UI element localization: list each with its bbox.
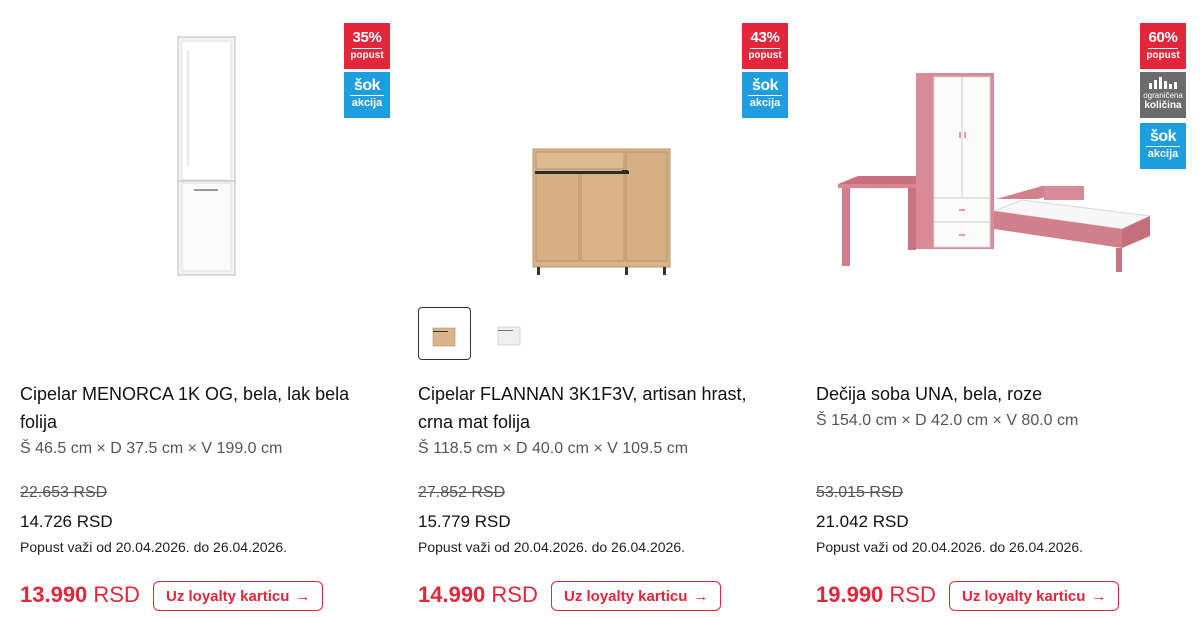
- product-image-link[interactable]: 35% popust šok akcija: [20, 16, 390, 291]
- loyalty-card-button[interactable]: Uz loyalty karticu →: [153, 581, 324, 611]
- product-dimensions: Š 154.0 cm × D 42.0 cm × V 80.0 cm: [816, 412, 1079, 429]
- loyalty-card-button[interactable]: Uz loyalty karticu →: [551, 581, 722, 611]
- current-price: 15.779 RSD: [418, 512, 511, 531]
- shoe-cabinet-image: [532, 148, 671, 275]
- loyalty-button-label: Uz loyalty karticu: [962, 587, 1086, 605]
- loyalty-button-label: Uz loyalty karticu: [166, 587, 290, 605]
- discount-period: Popust važi od 20.04.2026. do 26.04.2026…: [418, 539, 685, 555]
- variant-thumb-oak[interactable]: [418, 307, 471, 360]
- old-price: 27.852 RSD: [418, 484, 506, 501]
- discount-period: Popust važi od 20.04.2026. do 26.04.2026…: [816, 539, 1083, 555]
- sok-akcija-badge: šok akcija: [1140, 123, 1186, 169]
- current-price: 14.726 RSD: [20, 512, 113, 531]
- old-price: 22.653 RSD: [20, 484, 108, 501]
- discount-badge: 43% popust: [742, 23, 788, 69]
- loyalty-card-button[interactable]: Uz loyalty karticu →: [949, 581, 1120, 611]
- product-title[interactable]: Cipelar FLANNAN 3K1F3V, artisan hrast, c…: [418, 380, 758, 436]
- bar-chart-icon: [1149, 77, 1177, 89]
- old-price: 53.015 RSD: [816, 484, 904, 501]
- sok-akcija-badge: šok akcija: [742, 72, 788, 118]
- product-card[interactable]: 60% popust ograničena količina šok akcij…: [796, 0, 1186, 617]
- discount-badge: 35% popust: [344, 23, 390, 69]
- loyalty-price: 19.990 RSD: [816, 582, 936, 607]
- discount-badge: 60% popust: [1140, 23, 1186, 69]
- loyalty-price: 14.990 RSD: [418, 582, 538, 607]
- discount-period: Popust važi od 20.04.2026. do 26.04.2026…: [20, 539, 287, 555]
- limited-quantity-badge: ograničena količina: [1140, 72, 1186, 118]
- product-dimensions: Š 118.5 cm × D 40.0 cm × V 109.5 cm: [418, 440, 689, 457]
- product-title[interactable]: Cipelar MENORCA 1K OG, bela, lak bela fo…: [20, 380, 360, 436]
- variant-thumb-white[interactable]: [484, 307, 537, 360]
- kids-room-image: [838, 73, 1152, 272]
- arrow-right-icon: →: [693, 587, 709, 605]
- sok-akcija-badge: šok akcija: [344, 72, 390, 118]
- product-dimensions: Š 46.5 cm × D 37.5 cm × V 199.0 cm: [20, 440, 283, 457]
- loyalty-button-label: Uz loyalty karticu: [564, 587, 688, 605]
- current-price: 21.042 RSD: [816, 512, 909, 531]
- loyalty-price: 13.990 RSD: [20, 582, 140, 607]
- shoe-cabinet-image: [177, 36, 236, 276]
- arrow-right-icon: →: [1091, 587, 1107, 605]
- product-title[interactable]: Dečija soba UNA, bela, roze: [816, 380, 1156, 408]
- product-card[interactable]: 43% popust šok akcija Cipelar FLANNAN 3K…: [398, 0, 788, 617]
- product-image-link[interactable]: 43% popust šok akcija: [418, 16, 788, 291]
- product-card[interactable]: 35% popust šok akcija Cipelar MENORCA 1K…: [0, 0, 390, 617]
- product-image-link[interactable]: 60% popust ograničena količina šok akcij…: [816, 16, 1186, 291]
- arrow-right-icon: →: [295, 587, 311, 605]
